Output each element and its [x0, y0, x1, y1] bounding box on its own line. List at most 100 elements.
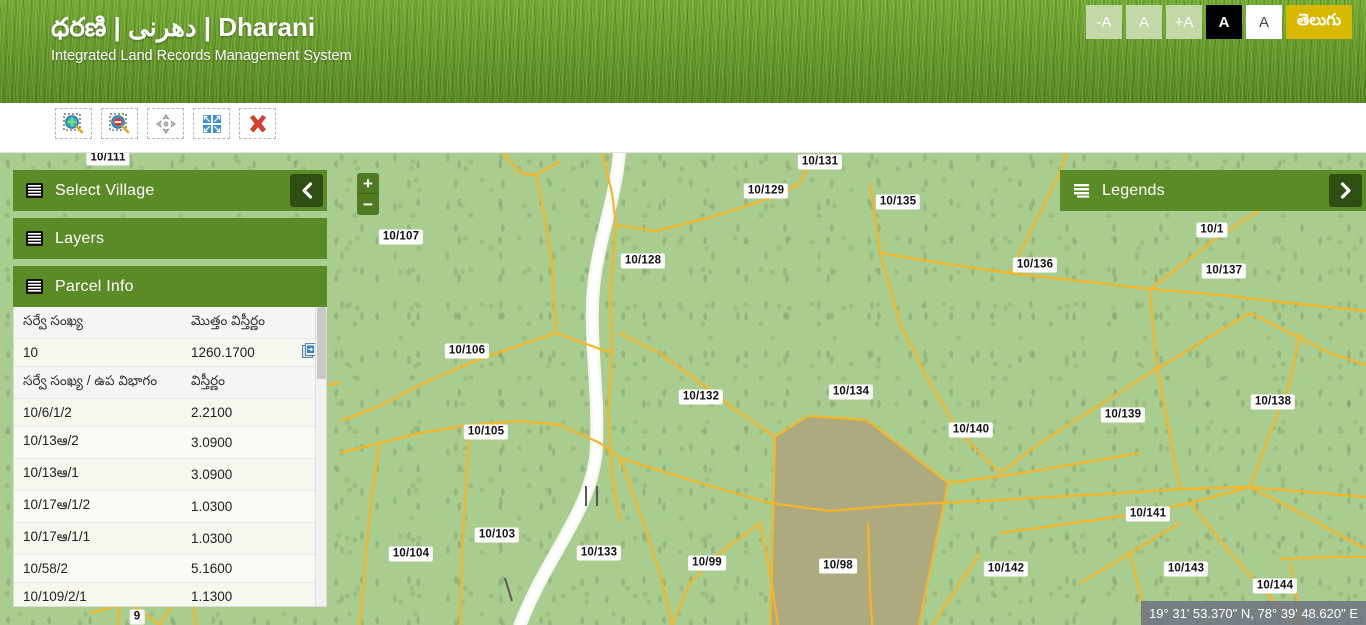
- table-row[interactable]: 10/13ఆ/2 3.0900: [14, 426, 326, 459]
- list-icon: [26, 231, 43, 246]
- cell-survey-no: 10/109/2/1: [14, 582, 182, 606]
- parcel-label: 10/128: [620, 253, 666, 269]
- cell-extent: 2.2100: [182, 398, 300, 427]
- language-toggle-button[interactable]: తెలుగు: [1286, 5, 1352, 39]
- pan-tool[interactable]: [147, 108, 184, 139]
- parcel-label: 10/137: [1201, 263, 1247, 279]
- clear-selection-tool[interactable]: [239, 108, 276, 139]
- cell-survey-no: 10/6/1/2: [14, 398, 182, 427]
- parcel-label: 10/106: [444, 343, 490, 359]
- magnifier-plus-icon: [63, 113, 83, 133]
- total-survey-no: 10: [14, 338, 182, 367]
- increase-font-button[interactable]: +A: [1166, 5, 1202, 39]
- cell-survey-no: 10/13ఆ/2: [14, 426, 182, 459]
- sidebar-item-layers[interactable]: Layers: [13, 218, 327, 259]
- app-header: ధరణి | دهرنی | Dharani Integrated Land R…: [0, 0, 1366, 103]
- table-row[interactable]: 10/13ఆ/1 3.0900: [14, 458, 326, 491]
- map-zoom-in-button[interactable]: +: [357, 173, 379, 194]
- select-village-label: Select Village: [55, 181, 155, 199]
- parcel-label: 10/140: [948, 422, 994, 438]
- parcel-label: 10/134: [828, 384, 874, 400]
- parcel-label: 10/141: [1125, 506, 1171, 522]
- column-header-extent: విస్తీర్ణం: [182, 366, 300, 399]
- selected-parcel-polygon: [770, 416, 948, 625]
- total-extent: 1260.1700: [182, 338, 300, 367]
- sidebar-collapse-button[interactable]: [290, 174, 323, 207]
- parcel-table-scrollbar[interactable]: [315, 307, 326, 606]
- app-title: ధరణి | دهرنی | Dharani: [51, 12, 316, 42]
- brand-block: ధరణి | دهرنی | Dharani Integrated Land R…: [51, 11, 352, 66]
- map-toolbar: 1 : 4117: [0, 103, 1366, 249]
- magnifier-minus-icon: [109, 113, 129, 133]
- column-header-survey-subdivision: సర్వే సంఖ్య / ఉప విభాగం: [14, 366, 182, 399]
- table-total-row[interactable]: 10 1260.1700: [14, 338, 326, 367]
- parcel-info-table: సర్వే సంఖ్య మొత్తం విస్తీర్ణం 10 1260.1700 స…: [14, 307, 326, 606]
- cell-extent: 1.1300: [182, 582, 300, 606]
- high-contrast-button[interactable]: A: [1206, 5, 1242, 39]
- parcel-label: 10/107: [378, 229, 424, 245]
- column-header-survey-no: సర్వే సంఖ్య: [14, 307, 182, 339]
- parcel-label: 10/104: [388, 546, 434, 562]
- layers-label: Layers: [55, 229, 105, 247]
- dharani-application: ధరణి | دهرنی | Dharani Integrated Land R…: [0, 0, 1366, 625]
- cell-extent: 3.0900: [182, 458, 300, 491]
- table-row[interactable]: 10/17ఆ/1/1 1.0300: [14, 522, 326, 555]
- red-cross-icon: [249, 114, 266, 132]
- zoom-out-tool[interactable]: [101, 108, 138, 139]
- map-zoom-out-button[interactable]: −: [357, 194, 379, 215]
- cell-extent: 5.1600: [182, 554, 300, 583]
- left-sidebar: Select Village Layers Parcel Info సర్వే …: [13, 170, 327, 607]
- chevron-right-icon: [1340, 182, 1351, 199]
- parcel-label: 10/98: [819, 558, 857, 574]
- decrease-font-button[interactable]: -A: [1086, 5, 1122, 39]
- chevron-left-icon: [301, 182, 312, 199]
- sidebar-item-select-village[interactable]: Select Village: [13, 170, 327, 211]
- parcel-label: 10/99: [688, 555, 726, 571]
- parcel-label: 10/131: [797, 154, 843, 170]
- column-header-total-extent: మొత్తం విస్తీర్ణం: [182, 307, 300, 339]
- parcel-label: 10/139: [1100, 407, 1146, 423]
- parcel-label: 10/143: [1163, 561, 1209, 577]
- table-row[interactable]: 10/6/1/2 2.2100: [14, 398, 326, 427]
- parcel-label: 10/129: [743, 183, 789, 199]
- list-icon: [26, 279, 43, 294]
- four-arrows-icon: [155, 113, 176, 134]
- table-row[interactable]: 10/17ఆ/1/2 1.0300: [14, 490, 326, 523]
- sidebar-item-parcel-info[interactable]: Parcel Info: [13, 266, 327, 307]
- parcel-label: 10/144: [1252, 578, 1298, 594]
- list-icon: [26, 183, 43, 198]
- parcel-label: 10/103: [474, 527, 520, 543]
- parcel-info-label: Parcel Info: [55, 277, 134, 295]
- table-subheader-row: సర్వే సంఖ్య / ఉప విభాగం విస్తీర్ణం: [14, 366, 326, 399]
- cell-extent: 1.0300: [182, 522, 300, 555]
- map-zoom-control: + −: [357, 173, 379, 215]
- full-extent-tool[interactable]: [193, 108, 230, 139]
- parcel-label: 10/142: [983, 561, 1029, 577]
- cell-survey-no: 10/13ఆ/1: [14, 458, 182, 491]
- panel-spacer-2: [13, 259, 327, 266]
- accessibility-toolbar: -A A +A A A తెలుగు: [1086, 5, 1352, 39]
- coordinate-readout: 19° 31' 53.370" N, 78° 39' 48.620" E: [1141, 601, 1366, 625]
- scrollbar-thumb[interactable]: [317, 307, 326, 379]
- parcel-label: 10/105: [463, 424, 509, 440]
- map-canvas[interactable]: + − 10/111 10/131 10/129 10/135 10/107 10/1 10…: [0, 153, 1366, 625]
- normal-font-button[interactable]: A: [1126, 5, 1162, 39]
- table-row[interactable]: 10/109/2/1 1.1300: [14, 582, 326, 606]
- list-icon: [1073, 183, 1090, 198]
- zoom-in-tool[interactable]: [55, 108, 92, 139]
- normal-contrast-button[interactable]: A: [1246, 5, 1282, 39]
- sidebar-item-legends[interactable]: Legends: [1060, 170, 1366, 211]
- parcel-info-table-container: సర్వే సంఖ్య మొత్తం విస్తీర్ణం 10 1260.1700 స…: [13, 307, 327, 607]
- panel-spacer-1: [13, 211, 327, 218]
- cell-survey-no: 10/17ఆ/1/2: [14, 490, 182, 523]
- table-row[interactable]: 10/58/2 5.1600: [14, 554, 326, 583]
- cell-extent: 3.0900: [182, 426, 300, 459]
- table-header-row: సర్వే సంఖ్య మొత్తం విస్తీర్ణం: [14, 307, 326, 339]
- parcel-label: 10/136: [1012, 257, 1058, 273]
- full-extent-icon: [202, 114, 221, 133]
- legends-label: Legends: [1102, 181, 1165, 199]
- cell-survey-no: 10/17ఆ/1/1: [14, 522, 182, 555]
- legends-expand-button[interactable]: [1329, 174, 1362, 207]
- map-tool-group: [55, 108, 276, 139]
- app-subtitle: Integrated Land Records Management Syste…: [51, 48, 352, 64]
